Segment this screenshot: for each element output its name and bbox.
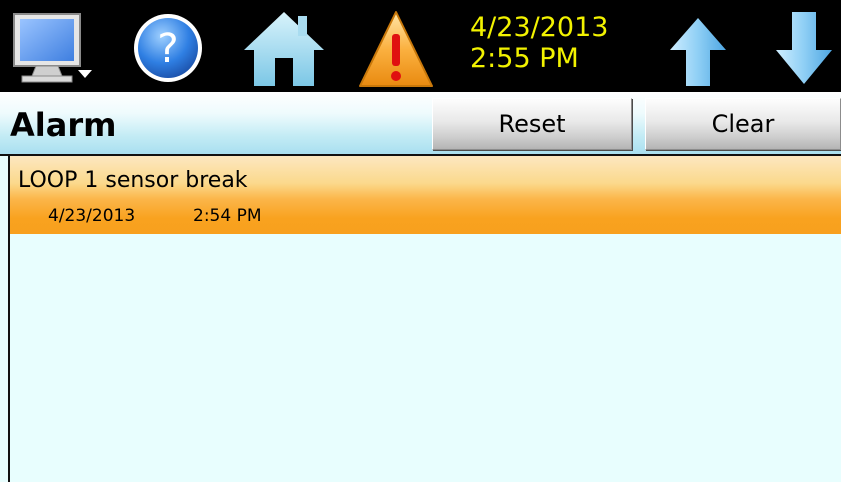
alarm-list-item[interactable]: LOOP 1 sensor break 4/23/2013 2:54 PM [10, 156, 841, 234]
warning-icon [359, 11, 433, 87]
alarm-screen: ? 4/23/2013 2:55 PM Alarm Reset Clear LO… [0, 0, 841, 482]
reset-button[interactable]: Reset [432, 98, 632, 150]
current-time: 2:55 PM [470, 43, 579, 74]
alarm-list[interactable]: LOOP 1 sensor break 4/23/2013 2:54 PM [8, 156, 841, 482]
home-icon [244, 12, 324, 86]
alarm-warning-button[interactable] [356, 0, 436, 92]
alarm-date: 4/23/2013 [48, 206, 136, 226]
top-toolbar: ? 4/23/2013 2:55 PM [0, 0, 841, 92]
svg-text:?: ? [157, 26, 178, 72]
home-button[interactable] [242, 0, 326, 92]
monitor-icon [13, 13, 92, 83]
monitor-button[interactable] [10, 0, 98, 92]
scroll-down-button[interactable] [772, 0, 836, 92]
help-button[interactable]: ? [128, 0, 208, 92]
page-title: Alarm [10, 106, 117, 144]
current-date: 4/23/2013 [470, 12, 609, 43]
arrow-down-icon [776, 12, 832, 84]
clear-button[interactable]: Clear [645, 98, 841, 150]
scroll-up-button[interactable] [666, 0, 730, 92]
help-icon: ? [134, 14, 202, 82]
alarm-time: 2:54 PM [193, 206, 262, 226]
alarm-message: LOOP 1 sensor break [18, 168, 248, 193]
page-header: Alarm Reset Clear [0, 92, 841, 156]
datetime-display: 4/23/2013 2:55 PM [470, 12, 640, 74]
arrow-up-icon [670, 18, 726, 86]
